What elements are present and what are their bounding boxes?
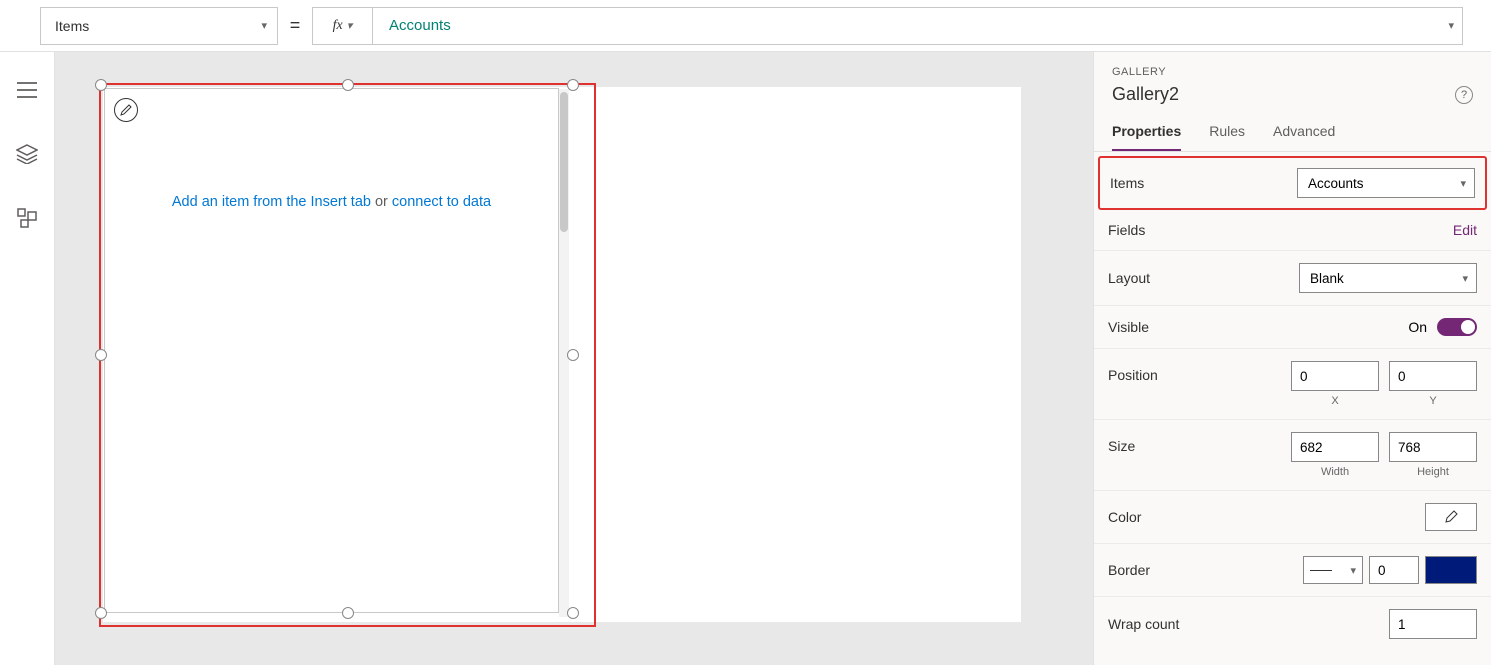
border-width-input[interactable] <box>1369 556 1419 584</box>
chevron-down-icon: ▾ <box>1350 564 1356 577</box>
left-rail <box>0 52 55 665</box>
layout-label: Layout <box>1108 270 1150 286</box>
placeholder-or: or <box>371 194 392 210</box>
property-visible: Visible On <box>1094 306 1491 349</box>
property-items: Items Accounts ▾ <box>1098 156 1487 210</box>
chevron-down-icon: ▾ <box>261 19 267 32</box>
wrap-count-input[interactable] <box>1389 609 1477 639</box>
wrap-label: Wrap count <box>1108 616 1179 632</box>
property-color: Color <box>1094 491 1491 544</box>
property-position: Position X Y <box>1094 349 1491 420</box>
formula-bar: Items ▾ = fx ▾ Accounts ▾ <box>0 0 1491 52</box>
property-selector-value: Items <box>55 18 89 34</box>
property-layout: Layout Blank ▾ <box>1094 251 1491 306</box>
visible-toggle-wrap: On <box>1408 318 1477 336</box>
fields-label: Fields <box>1108 222 1145 238</box>
position-y-sublabel: Y <box>1429 395 1436 407</box>
border-label: Border <box>1108 562 1150 578</box>
layout-dropdown[interactable]: Blank ▾ <box>1299 263 1477 293</box>
position-y-input[interactable] <box>1389 361 1477 391</box>
items-value: Accounts <box>1308 176 1364 191</box>
tab-advanced[interactable]: Advanced <box>1273 123 1335 151</box>
layers-icon[interactable] <box>15 142 39 166</box>
tab-properties[interactable]: Properties <box>1112 123 1181 151</box>
equals-sign: = <box>278 15 312 36</box>
gallery-placeholder: Add an item from the Insert tab or conne… <box>105 194 558 210</box>
gallery-control[interactable]: Add an item from the Insert tab or conne… <box>104 88 559 613</box>
position-label: Position <box>1108 361 1158 383</box>
resize-handle-ne[interactable] <box>567 79 579 91</box>
chevron-down-icon[interactable]: ▾ <box>1448 19 1454 32</box>
position-x-input[interactable] <box>1291 361 1379 391</box>
resize-handle-n[interactable] <box>342 79 354 91</box>
resize-handle-sw[interactable] <box>95 607 107 619</box>
formula-value: Accounts <box>389 17 451 34</box>
items-label: Items <box>1110 175 1144 191</box>
chevron-down-icon: ▾ <box>1460 177 1466 190</box>
property-selector[interactable]: Items ▾ <box>40 7 278 45</box>
tab-rules[interactable]: Rules <box>1209 123 1245 151</box>
size-height-sublabel: Height <box>1417 466 1449 478</box>
fx-label: fx <box>333 18 343 34</box>
color-picker[interactable] <box>1425 503 1477 531</box>
property-fields: Fields Edit <box>1094 210 1491 251</box>
pencil-icon[interactable] <box>114 98 138 122</box>
size-width-sublabel: Width <box>1321 466 1349 478</box>
panel-tabs: Properties Rules Advanced <box>1094 105 1491 152</box>
layout-value: Blank <box>1310 271 1344 286</box>
resize-handle-w[interactable] <box>95 349 107 361</box>
formula-input[interactable]: Accounts ▾ <box>372 7 1463 45</box>
resize-handle-e[interactable] <box>567 349 579 361</box>
size-label: Size <box>1108 432 1135 454</box>
border-style-dropdown[interactable]: ▾ <box>1303 556 1363 584</box>
properties-panel: GALLERY Gallery2 ? Properties Rules Adva… <box>1093 52 1491 665</box>
resize-handle-s[interactable] <box>342 607 354 619</box>
scrollbar-thumb[interactable] <box>560 92 568 232</box>
visible-toggle[interactable] <box>1437 318 1477 336</box>
canvas-area[interactable]: Add an item from the Insert tab or conne… <box>55 52 1093 665</box>
position-x-sublabel: X <box>1331 395 1338 407</box>
main-area: Add an item from the Insert tab or conne… <box>0 52 1491 665</box>
size-height-input[interactable] <box>1389 432 1477 462</box>
chevron-down-icon: ▾ <box>1462 272 1468 285</box>
control-type-label: GALLERY <box>1112 66 1473 78</box>
insert-link[interactable]: Add an item from the Insert tab <box>172 194 371 210</box>
border-color-picker[interactable] <box>1425 556 1477 584</box>
hamburger-icon[interactable] <box>15 78 39 102</box>
connect-data-link[interactable]: connect to data <box>392 194 491 210</box>
items-dropdown[interactable]: Accounts ▾ <box>1297 168 1475 198</box>
property-border: Border ▾ <box>1094 544 1491 597</box>
visible-label: Visible <box>1108 319 1149 335</box>
resize-handle-nw[interactable] <box>95 79 107 91</box>
help-icon[interactable]: ? <box>1455 86 1473 104</box>
fx-button[interactable]: fx ▾ <box>312 7 372 45</box>
chevron-down-icon: ▾ <box>347 19 353 32</box>
color-label: Color <box>1108 509 1141 525</box>
control-name[interactable]: Gallery2 <box>1112 84 1179 105</box>
components-icon[interactable] <box>15 206 39 230</box>
size-width-input[interactable] <box>1291 432 1379 462</box>
property-size: Size Width Height <box>1094 420 1491 491</box>
screen-canvas[interactable]: Add an item from the Insert tab or conne… <box>103 87 1021 622</box>
fields-edit-link[interactable]: Edit <box>1453 222 1477 238</box>
property-wrap-count: Wrap count <box>1094 597 1491 651</box>
visible-state: On <box>1408 319 1427 335</box>
gallery-selection[interactable]: Add an item from the Insert tab or conne… <box>99 83 596 627</box>
resize-handle-se[interactable] <box>567 607 579 619</box>
